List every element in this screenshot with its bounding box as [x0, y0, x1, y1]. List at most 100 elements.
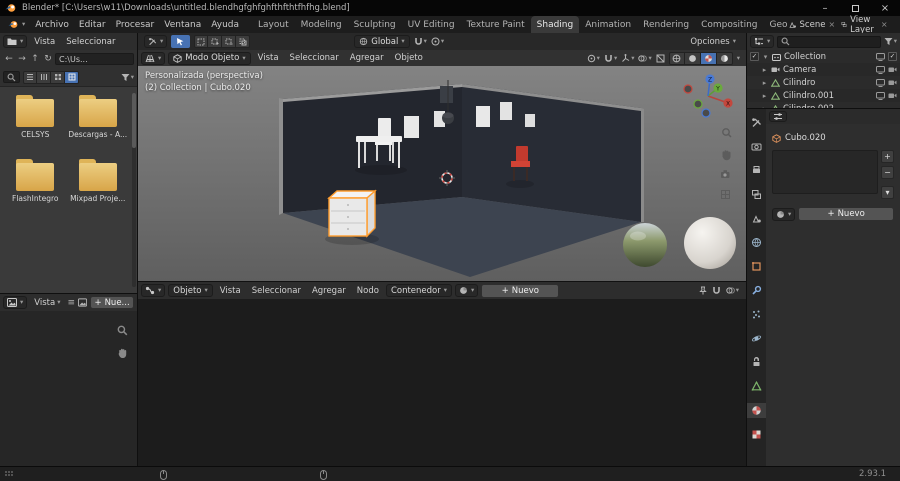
editor-type-3d-viewport[interactable]: ▾	[141, 51, 166, 65]
folder-item[interactable]: CELSYS	[4, 95, 67, 139]
menu-archivo[interactable]: Archivo	[30, 16, 74, 33]
room[interactable]	[279, 84, 644, 277]
blender-menu-button[interactable]: ▾	[3, 16, 30, 33]
vp-menu-objeto[interactable]: Objeto	[391, 53, 427, 63]
vp-menu-seleccionar[interactable]: Seleccionar	[286, 53, 343, 63]
outliner-search-input[interactable]	[777, 35, 881, 48]
proportional-edit-dropdown[interactable]: ▾	[431, 37, 444, 46]
folder-item[interactable]: Mixpad Proje...	[67, 159, 130, 203]
add-material-slot-button[interactable]: +	[881, 150, 894, 163]
holdout-checkbox[interactable]: ✓	[888, 52, 897, 61]
disclosure-closed-icon[interactable]: ▸	[761, 66, 768, 74]
viewport-ortho-grid-icon[interactable]	[721, 190, 730, 199]
folder-item[interactable]: Descargas - A...	[67, 95, 130, 139]
tool-settings-dropdown[interactable]: ▾	[144, 35, 168, 48]
disclosure-closed-icon[interactable]: ▸	[761, 105, 768, 109]
menu-ayuda[interactable]: Ayuda	[206, 16, 244, 33]
shading-solid[interactable]	[684, 51, 701, 65]
browse-material-dropdown[interactable]: ▾	[455, 284, 479, 297]
image-editor-canvas[interactable]	[0, 311, 137, 466]
hide-in-render-icon[interactable]	[888, 79, 897, 86]
transform-orientation-dropdown[interactable]: Global ▾	[354, 35, 410, 48]
outliner-filter-dropdown[interactable]: ▾	[884, 37, 897, 46]
properties-tab-texture[interactable]	[747, 427, 766, 442]
hamburger-menu-icon[interactable]: ≡	[68, 298, 76, 308]
view-layer-selector[interactable]: View Layer ×	[841, 15, 888, 35]
fb-display-vertical-list[interactable]	[23, 70, 37, 84]
se-overlays-dropdown[interactable]: ▾	[726, 286, 739, 295]
gizmos-dropdown[interactable]: ▾	[621, 53, 634, 63]
se-menu-vista[interactable]: Vista	[216, 286, 245, 296]
select-mode-subtract[interactable]	[222, 35, 237, 48]
browse-material-dropdown[interactable]: ▾	[772, 207, 796, 221]
unlink-scene-icon[interactable]: ×	[828, 20, 835, 29]
transform-pivot-dropdown[interactable]: ▾	[587, 54, 600, 63]
shader-editor-canvas[interactable]	[138, 299, 746, 467]
breadcrumb-object-name[interactable]: Cubo.020	[785, 133, 826, 143]
fb-menu-vista[interactable]: Vista	[30, 37, 59, 47]
unlink-view-layer-icon[interactable]: ×	[881, 20, 888, 29]
viewport-zoom-icon[interactable]	[722, 128, 732, 138]
hdri-preview-sphere[interactable]	[623, 223, 667, 267]
overlays-dropdown[interactable]: ▾	[638, 54, 652, 63]
tab-uv-editing[interactable]: UV Editing	[402, 16, 461, 33]
properties-tab-tool[interactable]	[747, 115, 766, 130]
se-menu-nodo[interactable]: Nodo	[353, 286, 383, 296]
fb-filter-dropdown[interactable]: ▾	[121, 73, 134, 82]
outliner-row-camera[interactable]: ▸ Camera	[747, 63, 900, 76]
hide-in-viewport-icon[interactable]	[876, 91, 885, 100]
magnet-icon[interactable]	[712, 286, 721, 295]
vp-menu-agregar[interactable]: Agregar	[346, 53, 388, 63]
pan-hand-icon[interactable]	[117, 347, 128, 359]
outliner-row-cilindro-002[interactable]: ▸ Cilindro.002	[747, 102, 900, 108]
viewport-pan-hand-icon[interactable]	[722, 150, 731, 161]
mode-dropdown[interactable]: Modo Objeto ▾	[168, 51, 251, 65]
select-mode-extend[interactable]	[208, 35, 223, 48]
tab-geometry-nodes[interactable]: Geo	[764, 16, 788, 33]
material-preview-sphere[interactable]	[684, 217, 736, 269]
image-new-button[interactable]: + Nue...	[90, 296, 134, 309]
pin-icon[interactable]	[699, 286, 707, 295]
tab-shading[interactable]: Shading	[530, 16, 580, 33]
fb-display-grid-small[interactable]	[51, 70, 65, 84]
tab-rendering[interactable]: Rendering	[637, 16, 695, 33]
fb-up-button[interactable]: ↑	[29, 54, 41, 64]
fb-path-field[interactable]: C:\Us...	[55, 53, 134, 65]
properties-tab-output[interactable]	[747, 163, 766, 178]
editor-type-outliner[interactable]: ▾	[750, 35, 775, 48]
fb-refresh-button[interactable]: ↻	[42, 54, 54, 64]
properties-tab-render[interactable]	[747, 139, 766, 154]
snap-dropdown[interactable]: ▾	[604, 54, 617, 63]
chevron-down-icon[interactable]: ▾	[737, 55, 740, 62]
fb-display-horizontal-list[interactable]	[37, 70, 51, 84]
properties-tab-material[interactable]	[747, 403, 766, 418]
tab-layout[interactable]: Layout	[252, 16, 295, 33]
hide-in-viewport-icon[interactable]	[876, 78, 885, 87]
se-menu-agregar[interactable]: Agregar	[308, 286, 350, 296]
editor-type-file-browser[interactable]: ▾	[3, 35, 28, 48]
properties-tab-object-data[interactable]	[747, 379, 766, 394]
se-menu-seleccionar[interactable]: Seleccionar	[248, 286, 305, 296]
material-slot-list[interactable]	[772, 150, 878, 194]
select-mode-new[interactable]	[194, 35, 209, 48]
outliner-row-cilindro[interactable]: ▸ Cilindro	[747, 76, 900, 89]
editor-type-properties[interactable]	[769, 111, 787, 122]
scene-selector[interactable]: Scene ×	[788, 20, 835, 30]
select-mode-intersect[interactable]	[236, 35, 251, 48]
xray-toggle-icon[interactable]	[656, 54, 665, 63]
tab-texture-paint[interactable]: Texture Paint	[461, 16, 531, 33]
collection-exclude-checkbox[interactable]: ✓	[750, 52, 759, 61]
viewport-camera-icon[interactable]	[721, 170, 730, 178]
disclosure-closed-icon[interactable]: ▸	[761, 92, 768, 100]
container-dropdown[interactable]: Contenedor ▾	[385, 284, 453, 297]
tab-compositing[interactable]: Compositing	[695, 16, 763, 33]
shading-wireframe[interactable]	[668, 51, 685, 65]
snap-dropdown[interactable]: ▾	[414, 37, 427, 46]
tab-animation[interactable]: Animation	[579, 16, 637, 33]
fb-back-button[interactable]: ←	[3, 54, 15, 64]
properties-tab-scene[interactable]	[747, 211, 766, 226]
img-menu-vista[interactable]: Vista ▾	[30, 298, 64, 308]
menu-editar[interactable]: Editar	[74, 16, 111, 33]
viewport-canvas[interactable]: X Y Z Personalizada (perspectiva) (2) Co…	[138, 66, 746, 281]
properties-tab-constraints[interactable]	[747, 355, 766, 370]
